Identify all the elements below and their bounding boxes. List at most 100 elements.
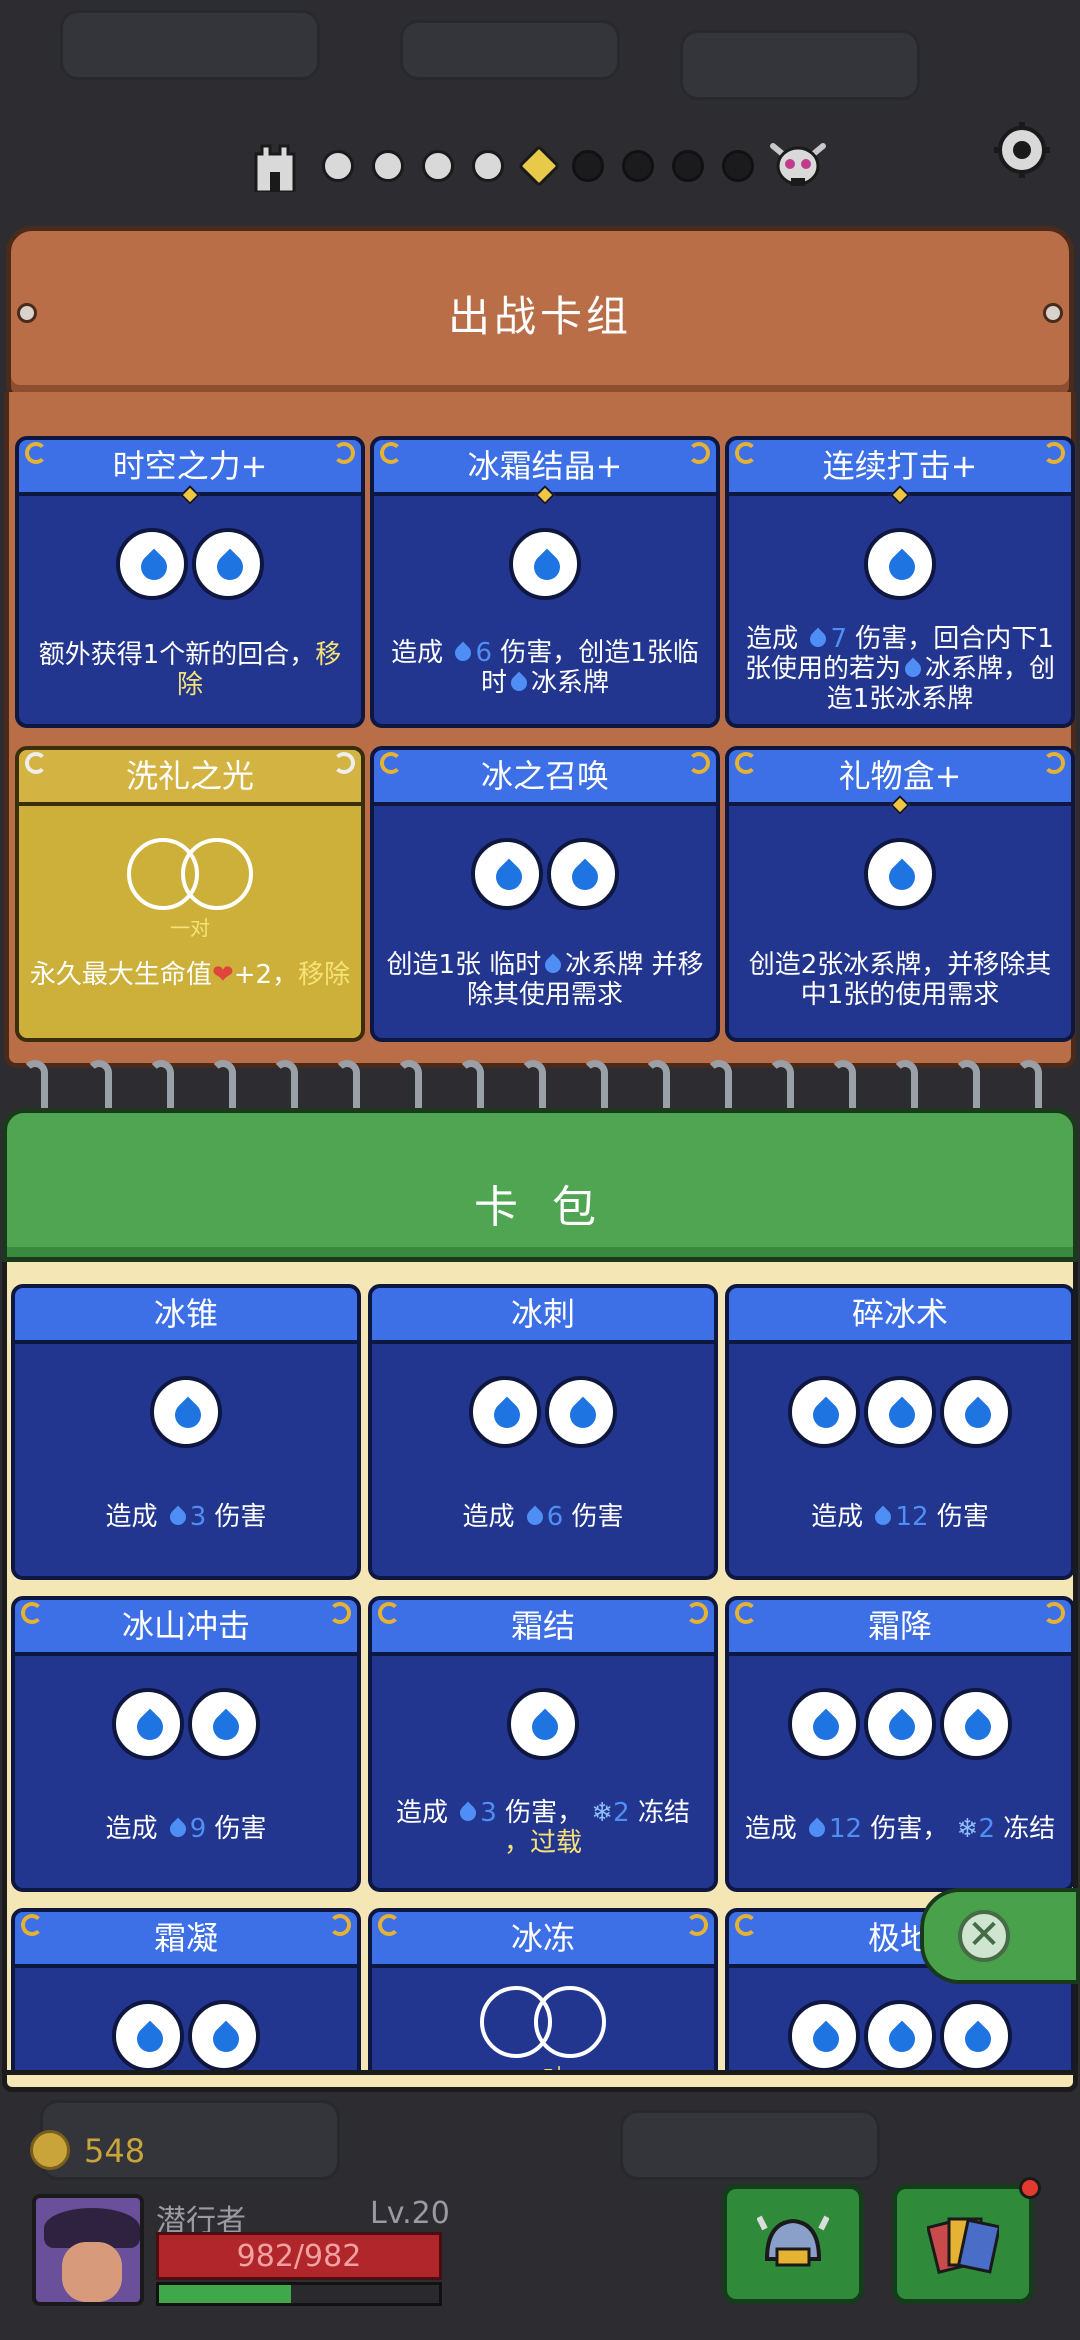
- desc-text: +2，: [233, 960, 299, 990]
- cost-slots: [729, 838, 1071, 916]
- water-drop-icon: [864, 2000, 936, 2072]
- swirl-ornament: [329, 1914, 351, 1936]
- pair-label: 一对: [170, 916, 210, 940]
- cost-slots: [15, 2000, 357, 2077]
- card-name: 礼物盒+: [838, 757, 962, 795]
- cost-slots: [374, 528, 716, 606]
- card-title-bar: 礼物盒+: [729, 750, 1071, 815]
- water-drop-icon: [864, 528, 936, 600]
- pack-card[interactable]: 冰锥 造成 3 伤害: [11, 1284, 361, 1580]
- desc-text: 伤害，: [505, 1798, 584, 1828]
- gem-ornament: [535, 485, 555, 505]
- pack-card[interactable]: 霜降 造成 12 伤害， ❄2 冻结: [725, 1596, 1073, 1892]
- close-icon[interactable]: ✕: [958, 1910, 1010, 1962]
- card-title-bar: 霜降: [729, 1600, 1071, 1656]
- pack-card[interactable]: 冰冻 一对: [368, 1908, 718, 2077]
- swirl-ornament: [1043, 442, 1065, 464]
- gem-ornament: [890, 485, 910, 505]
- card-name: 洗礼之光: [125, 757, 254, 795]
- card-title-bar: 冰霜结晶+: [374, 440, 716, 505]
- card-name: 冰山冲击: [121, 1607, 250, 1645]
- damage-value: 9: [189, 1814, 207, 1844]
- damage-value: 6: [475, 638, 492, 668]
- deck-card[interactable]: 洗礼之光 一对 永久最大生命值❤+2，移除: [15, 746, 365, 1042]
- card-title-bar: 霜结: [372, 1600, 714, 1656]
- card-name: 霜降: [867, 1607, 932, 1645]
- pack-card[interactable]: 冰山冲击 造成 9 伤害: [11, 1596, 361, 1892]
- card-name: 冰冻: [510, 1919, 575, 1957]
- desc-text: 伤害: [214, 1502, 267, 1532]
- desc-text: 造成: [396, 1798, 449, 1828]
- pack-card[interactable]: 霜结 造成 3 伤害， ❄2 冻结 ，过载: [368, 1596, 718, 1892]
- deck-card[interactable]: 冰霜结晶+ 造成 6 伤害，创造1张临时 冰系牌: [370, 436, 720, 728]
- desc-text: 额外获得1个新的回合，: [38, 640, 316, 670]
- deck-card-grid: 时空之力+ 额外获得1个新的回合，移除 冰霜结晶+ 造成 6 伤害，创造1张临时…: [4, 392, 1076, 1068]
- desc-text: 冰系牌: [531, 668, 610, 698]
- damage-value: 3: [480, 1798, 497, 1828]
- water-drop-icon: [112, 1688, 184, 1760]
- card-name: 连续打击+: [822, 447, 978, 485]
- notification-badge: [1019, 2177, 1041, 2199]
- desc-text: 永久最大生命值: [29, 960, 212, 990]
- swirl-ornament: [1043, 752, 1065, 774]
- pack-bottom-edge: [2, 2070, 1078, 2092]
- progress-dot: [422, 150, 454, 182]
- card-title-bar: 冰刺: [372, 1288, 714, 1344]
- card-description: 额外获得1个新的回合，移除: [29, 640, 351, 700]
- hp-bar: 982/982: [156, 2232, 442, 2280]
- swirl-ornament: [688, 442, 710, 464]
- pack-card[interactable]: 冰刺 造成 6 伤害: [368, 1284, 718, 1580]
- pack-card[interactable]: 霜凝: [11, 1908, 361, 2077]
- card-description: 造成 12 伤害: [739, 1502, 1061, 1532]
- card-title-bar: 冰山冲击: [15, 1600, 357, 1656]
- desc-text: 造成: [391, 638, 444, 668]
- desc-text: 伤害: [936, 1502, 989, 1532]
- deck-card[interactable]: 礼物盒+ 创造2张冰系牌，并移除其中1张的使用需求: [725, 746, 1075, 1042]
- water-drop-icon: [872, 1505, 895, 1529]
- freeze-value: 2: [978, 1814, 995, 1844]
- water-drop-icon: [545, 1376, 617, 1448]
- card-description: 造成 7 伤害，回合内下1张使用的若为 冰系牌，创造1张冰系牌: [739, 624, 1061, 714]
- snowflake-icon: ❄: [956, 1814, 979, 1844]
- swirl-ornament: [378, 1602, 400, 1624]
- progress-dot: [722, 150, 754, 182]
- card-description: 创造1张 临时 冰系牌 并移除其使用需求: [384, 950, 706, 1010]
- background-stone: [620, 2110, 880, 2180]
- cost-slots: [15, 1376, 357, 1454]
- card-title-bar: 冰冻: [372, 1912, 714, 1968]
- gear-icon[interactable]: [992, 120, 1052, 180]
- close-button[interactable]: ✕: [920, 1888, 1080, 1984]
- water-drop-icon: [471, 838, 543, 910]
- deck-card[interactable]: 冰之召唤 创造1张 临时 冰系牌 并移除其使用需求: [370, 746, 720, 1042]
- progress-dot: [322, 150, 354, 182]
- water-drop-icon: [547, 838, 619, 910]
- desc-text: 伤害: [214, 1814, 267, 1844]
- water-drop-icon: [166, 1817, 190, 1841]
- cost-slots: [729, 1376, 1071, 1454]
- desc-text: 造成: [105, 1814, 158, 1844]
- swirl-ornament: [25, 442, 47, 464]
- cost-slots: [19, 528, 361, 606]
- empty-slot-icon: [181, 838, 253, 910]
- background-stone: [680, 30, 920, 100]
- water-drop-icon: [507, 671, 531, 695]
- desc-highlight: ，过载: [503, 1828, 582, 1858]
- damage-value: 12: [829, 1814, 863, 1844]
- swirl-ornament: [21, 1914, 43, 1936]
- swirl-ornament: [329, 1602, 351, 1624]
- deck-card[interactable]: 连续打击+ 造成 7 伤害，回合内下1张使用的若为 冰系牌，创造1张冰系牌: [725, 436, 1075, 728]
- empty-slot-icon: [534, 1986, 606, 2058]
- equipment-button[interactable]: [722, 2184, 864, 2304]
- card-description: 造成 6 伤害: [382, 1502, 704, 1532]
- card-title-bar: 时空之力+: [19, 440, 361, 505]
- water-drop-icon: [150, 1376, 222, 1448]
- pack-card-grid[interactable]: 冰锥 造成 3 伤害 冰刺 造成 6 伤害 碎冰术 造成 12 伤害 冰山冲击: [2, 1262, 1078, 2082]
- water-drop-icon: [864, 838, 936, 910]
- deck-card[interactable]: 时空之力+ 额外获得1个新的回合，移除: [15, 436, 365, 728]
- desc-text: 造成: [105, 1502, 158, 1532]
- water-drop-icon: [788, 2000, 860, 2072]
- cards-button[interactable]: [892, 2177, 1041, 2304]
- avatar[interactable]: [32, 2194, 144, 2306]
- pack-card[interactable]: 碎冰术 造成 12 伤害: [725, 1284, 1073, 1580]
- card-description: 造成 6 伤害，创造1张临时 冰系牌: [384, 638, 706, 698]
